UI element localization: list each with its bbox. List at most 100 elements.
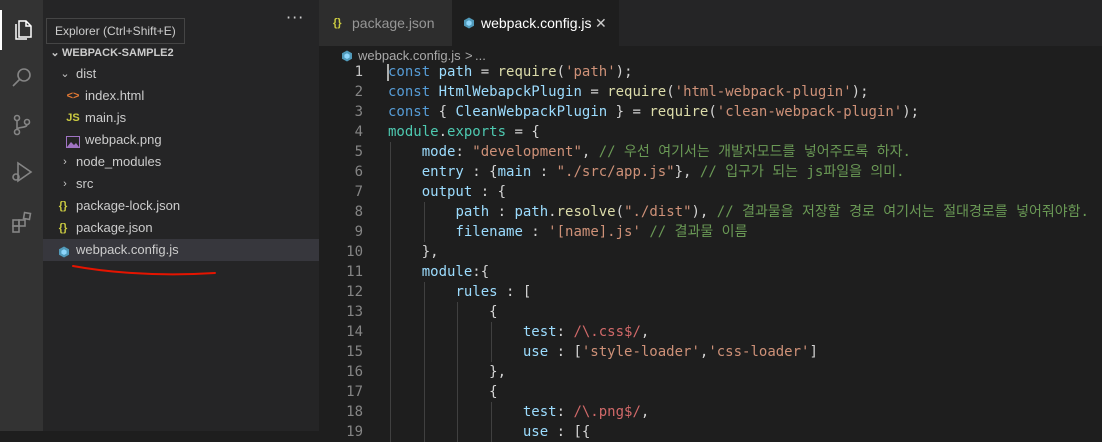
code-token: /\.png$/ — [573, 404, 641, 420]
close-icon[interactable]: ✕ — [595, 0, 607, 46]
code-token: ( — [666, 84, 675, 100]
code-token: ( — [615, 204, 625, 220]
line-number: 17 — [346, 384, 363, 400]
code-token: output — [421, 184, 473, 200]
code-token: /\.css$/ — [573, 324, 641, 340]
tab-package-json[interactable]: {} package.json — [319, 0, 452, 46]
tab-label: webpack.config.js — [481, 15, 592, 31]
code-text: rules : [ — [388, 282, 531, 302]
code-token: : [ — [497, 284, 532, 300]
code-text: filename : '[name].js' // 결과물 이름 — [388, 222, 747, 242]
chevron-down-icon: ⌄ — [60, 68, 70, 80]
code-token: , — [640, 324, 650, 340]
line-number: 13 — [346, 304, 363, 320]
code-token: 'path' — [565, 64, 616, 80]
tab-label: package.json — [352, 15, 435, 31]
code-line: 16 }, — [319, 362, 1102, 382]
activity-bar — [0, 0, 43, 431]
code-line: 14 test: /\.css$/, — [319, 322, 1102, 342]
code-token: require — [649, 104, 709, 120]
tree-item-main-js[interactable]: JS main.js — [43, 107, 319, 129]
code-line: 2 const HtmlWebapckPlugin = require('html… — [319, 82, 1102, 102]
webpack-icon — [341, 50, 353, 62]
code-line: 4 module.exports = { — [319, 122, 1102, 142]
tree-item-label: webpack.config.js — [76, 242, 179, 257]
code-line: 8 path : path.resolve("./dist"), // 결과물을… — [319, 202, 1102, 222]
code-token: "./src/app.js" — [556, 164, 675, 180]
code-token: } = — [607, 104, 650, 120]
tree-item-package-lock-json[interactable]: {} package-lock.json — [43, 195, 319, 217]
code-token: ); — [851, 84, 869, 100]
code-token: ), — [691, 204, 717, 220]
code-token: require — [497, 64, 557, 80]
code-token: const — [388, 84, 431, 100]
tree-item-webpack-config-js[interactable]: webpack.config.js — [43, 239, 319, 261]
tree-item-label: dist — [76, 66, 97, 81]
code-line: 17 { — [319, 382, 1102, 402]
code-token: module — [388, 124, 439, 140]
tree-item-label: package-lock.json — [76, 198, 181, 213]
line-number: 18 — [346, 404, 363, 420]
json-file-icon: {} — [58, 222, 68, 234]
extensions-icon[interactable] — [0, 202, 43, 242]
code-token: }, — [388, 364, 507, 380]
code-text: mode: "development", // 우선 여기서는 개발자모드를 넣… — [388, 142, 911, 162]
line-number: 15 — [346, 344, 363, 360]
code-line: 1 const path = require('path'); — [319, 62, 1102, 82]
tree-item-src[interactable]: › src — [43, 173, 319, 195]
code-token: : { — [472, 184, 507, 200]
code-text: path : path.resolve("./dist"), // 결과물을 저… — [388, 202, 1089, 222]
search-icon[interactable] — [0, 58, 43, 98]
code-token: 'css-loader' — [708, 344, 810, 360]
run-debug-icon[interactable] — [0, 152, 43, 192]
code-token: // 우선 여기서는 개발자모드를 넣어주도록 하자. — [598, 144, 911, 160]
code-token: 'html-webpack-plugin' — [674, 84, 852, 100]
code-token: : — [556, 324, 574, 340]
code-token: ( — [556, 64, 566, 80]
code-token: = — [581, 84, 608, 100]
more-actions-button[interactable]: ··· — [286, 8, 304, 27]
code-token: 'style-loader' — [581, 344, 700, 360]
line-number: 4 — [354, 124, 363, 140]
code-token: , — [581, 144, 599, 160]
tree-item-index-html[interactable]: <> index.html — [43, 85, 319, 107]
code-token: path — [438, 64, 473, 80]
code-token: : — [522, 224, 549, 240]
workspace-root[interactable]: ⌄ WEBPACK-SAMPLE2 — [43, 42, 319, 64]
tree-item-dist[interactable]: ⌄ dist — [43, 63, 319, 85]
tab-webpack-config-js[interactable]: webpack.config.js ✕ — [452, 0, 619, 46]
code-token: ( — [708, 104, 717, 120]
code-token: CleanWebpackPlugin — [455, 104, 608, 120]
code-token: = — [472, 64, 498, 80]
line-number: 11 — [346, 264, 363, 280]
source-control-icon[interactable] — [0, 105, 43, 145]
code-text: use : ['style-loader','css-loader'] — [388, 342, 818, 362]
json-file-icon: {} — [333, 17, 342, 29]
webpack-icon — [463, 17, 475, 29]
code-text: }, — [388, 362, 506, 382]
code-token: use — [522, 344, 549, 360]
code-token: // 결과물을 저장할 경로 여기서는 절대경로를 넣어줘야함. — [716, 204, 1089, 220]
code-line: 18 test: /\.png$/, — [319, 402, 1102, 422]
code-token: : [{ — [548, 424, 591, 440]
code-line: 12 rules : [ — [319, 282, 1102, 302]
tree-item-node-modules[interactable]: › node_modules — [43, 151, 319, 173]
tree-item-webpack-png[interactable]: webpack.png — [43, 129, 319, 151]
code-token: . — [548, 204, 557, 220]
tab-bar: {} package.json webpack.config.js ✕ — [319, 0, 1102, 46]
text-cursor — [387, 64, 389, 81]
code-text: const path = require('path'); — [388, 62, 633, 82]
tree-item-package-json[interactable]: {} package.json — [43, 217, 319, 239]
explorer-icon[interactable] — [0, 10, 43, 50]
code-token: 'clean-webpack-plugin' — [716, 104, 903, 120]
code-text: test: /\.png$/, — [388, 402, 649, 422]
line-number: 6 — [354, 164, 363, 180]
code-token: ] — [809, 344, 818, 360]
code-token: entry — [421, 164, 464, 180]
